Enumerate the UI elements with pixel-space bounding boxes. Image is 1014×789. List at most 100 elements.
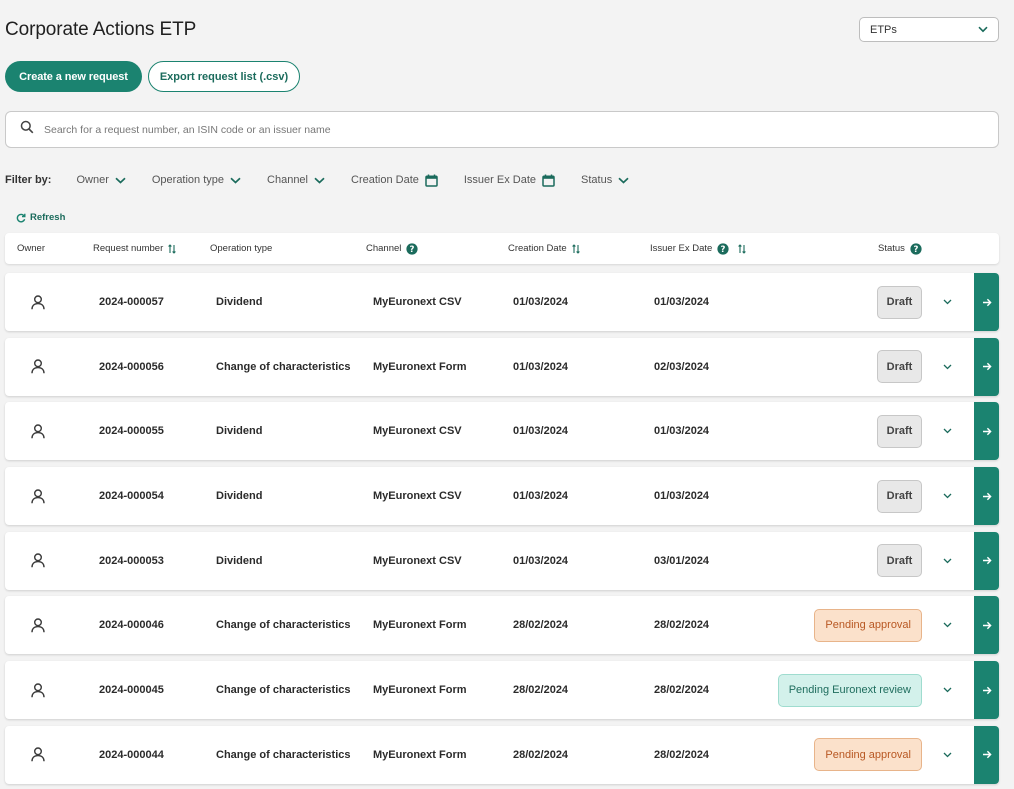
column-header-creation-date[interactable]: Creation Date <box>508 233 580 264</box>
request-list: 2024-000057 Dividend MyEuronext CSV 01/03/2… <box>5 273 999 789</box>
search-bar <box>5 111 999 148</box>
open-request-button[interactable] <box>974 467 999 526</box>
arrow-right-icon <box>982 621 992 630</box>
operation-type: Change of characteristics <box>216 748 351 761</box>
refresh-icon <box>16 213 26 222</box>
request-number: 2024-000046 <box>99 619 164 632</box>
filter-channel[interactable]: Channel <box>267 174 325 186</box>
refresh-button[interactable]: Refresh <box>16 212 65 223</box>
chevron-down-icon[interactable] <box>943 402 952 460</box>
arrow-right-icon <box>982 362 992 371</box>
calendar-icon <box>425 174 438 187</box>
sort-icon <box>168 243 177 254</box>
open-request-button[interactable] <box>974 402 999 461</box>
filter-status[interactable]: Status <box>581 174 629 186</box>
user-icon <box>31 532 45 590</box>
channel: MyEuronext Form <box>373 619 467 632</box>
creation-date: 01/03/2024 <box>513 425 569 438</box>
table-row[interactable]: 2024-000057 Dividend MyEuronext CSV 01/03/2… <box>5 273 999 331</box>
chevron-down-icon <box>314 177 325 184</box>
issuer-ex-date: 01/03/2024 <box>654 425 710 438</box>
filter-creation-date[interactable]: Creation Date <box>351 174 438 187</box>
export-csv-button[interactable]: Export request list (.csv) <box>148 61 300 92</box>
creation-date: 28/02/2024 <box>513 684 569 697</box>
calendar-icon <box>542 174 555 187</box>
open-request-button[interactable] <box>974 596 999 655</box>
operation-type: Dividend <box>216 490 263 503</box>
arrow-right-icon <box>982 492 992 500</box>
filter-owner[interactable]: Owner <box>76 174 126 186</box>
table-row[interactable]: 2024-000054 Dividend MyEuronext CSV 01/03/2… <box>5 467 999 526</box>
table-row[interactable]: 2024-000046 Change of characteristics MyEu… <box>5 596 999 655</box>
status-badge: Draft <box>877 414 922 448</box>
chevron-down-icon[interactable] <box>943 273 952 331</box>
open-request-button[interactable] <box>974 661 999 720</box>
column-header-owner: Owner <box>17 243 45 254</box>
issuer-ex-date: 01/03/2024 <box>654 296 710 308</box>
issuer-ex-date: 28/02/2024 <box>654 684 710 697</box>
operation-type: Dividend <box>216 425 263 438</box>
channel: MyEuronext CSV <box>373 490 462 503</box>
search-input[interactable] <box>44 123 944 136</box>
channel: MyEuronext CSV <box>373 296 462 308</box>
chevron-down-icon[interactable] <box>943 726 952 784</box>
open-request-button[interactable] <box>974 337 999 396</box>
creation-date: 01/03/2024 <box>513 360 569 373</box>
user-icon <box>31 726 45 784</box>
table-row[interactable]: 2024-000053 Dividend MyEuronext CSV 01/03/2… <box>5 531 999 590</box>
chevron-down-icon <box>115 177 126 184</box>
filter-operation-type[interactable]: Operation type <box>152 174 241 186</box>
status-badge: Pending Euronext review <box>777 673 922 707</box>
table-row[interactable]: 2024-000056 Change of characteristics MyEu… <box>5 337 999 396</box>
column-header-status: Status ? <box>878 233 922 264</box>
svg-text:?: ? <box>913 245 918 255</box>
table-header: Owner Request number Operation type Chan… <box>5 233 999 264</box>
creation-date: 01/03/2024 <box>513 554 569 567</box>
chevron-down-icon[interactable] <box>943 467 952 525</box>
arrow-right-icon <box>982 751 992 759</box>
table-row[interactable]: 2024-000044 Change of characteristics MyEu… <box>5 725 999 784</box>
market-select-value: ETPs <box>870 23 897 36</box>
arrow-right-icon <box>982 427 992 436</box>
request-number: 2024-000056 <box>99 360 164 373</box>
status-badge: Draft <box>877 285 922 319</box>
page-title: Corporate Actions ETP <box>5 19 197 40</box>
channel: MyEuronext Form <box>373 684 467 697</box>
open-request-button[interactable] <box>974 531 999 590</box>
column-header-request-number[interactable]: Request number <box>93 233 177 264</box>
chevron-down-icon <box>230 177 241 184</box>
svg-text:?: ? <box>721 245 726 255</box>
user-icon <box>31 661 45 719</box>
user-icon <box>31 467 45 525</box>
open-request-button[interactable] <box>974 725 999 784</box>
request-number: 2024-000054 <box>99 490 164 503</box>
channel: MyEuronext CSV <box>373 554 462 567</box>
chevron-down-icon[interactable] <box>943 661 952 719</box>
chevron-down-icon[interactable] <box>943 596 952 654</box>
creation-date: 28/02/2024 <box>513 619 569 632</box>
chevron-down-icon[interactable] <box>943 338 952 396</box>
open-request-button[interactable] <box>974 273 999 331</box>
search-icon <box>20 120 34 139</box>
column-header-channel: Channel ? <box>366 233 418 264</box>
create-request-button[interactable]: Create a new request <box>5 61 142 92</box>
column-header-issuer-ex-date[interactable]: Issuer Ex Date ? <box>650 233 747 264</box>
sort-icon <box>571 243 580 254</box>
svg-text:?: ? <box>410 245 415 255</box>
market-select[interactable]: ETPs <box>859 17 999 42</box>
table-row[interactable]: 2024-000055 Dividend MyEuronext CSV 01/03/2… <box>5 402 999 461</box>
operation-type: Change of characteristics <box>216 619 351 632</box>
user-icon <box>31 338 45 396</box>
table-row[interactable]: 2024-000045 Change of characteristics MyEu… <box>5 661 999 720</box>
user-icon <box>31 596 45 654</box>
filter-bar: Filter by: Owner Operation type Channel … <box>5 170 655 190</box>
arrow-right-icon <box>982 686 992 694</box>
filter-issuer-ex-date[interactable]: Issuer Ex Date <box>464 174 555 187</box>
status-badge: Draft <box>877 544 922 578</box>
operation-type: Dividend <box>216 296 263 308</box>
request-number: 2024-000045 <box>99 684 164 697</box>
request-number: 2024-000055 <box>99 425 164 438</box>
creation-date: 28/02/2024 <box>513 748 569 761</box>
chevron-down-icon[interactable] <box>943 532 952 590</box>
channel: MyEuronext CSV <box>373 425 462 438</box>
